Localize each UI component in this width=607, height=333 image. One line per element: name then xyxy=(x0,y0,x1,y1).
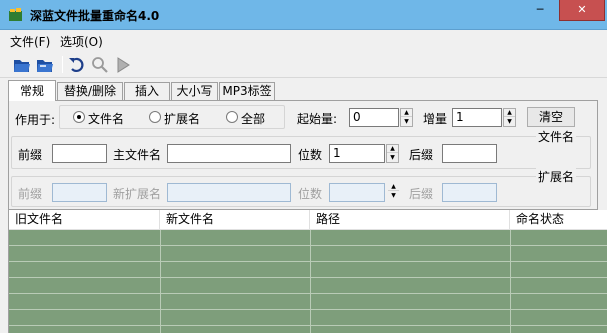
tab-mp3-tag[interactable]: MP3标签 xyxy=(219,82,275,100)
filename-group-title: 文件名 xyxy=(536,128,577,145)
new-extension-input[interactable] xyxy=(167,183,291,202)
radio-extension-label[interactable]: 扩展名 xyxy=(164,110,200,127)
app-icon xyxy=(9,8,22,21)
radio-extension[interactable] xyxy=(149,111,161,123)
ext-digits-label: 位数 xyxy=(298,187,323,201)
digits-input[interactable]: 1 xyxy=(329,144,385,163)
column-divider xyxy=(310,230,311,333)
column-path[interactable]: 路径 xyxy=(310,210,510,230)
tab-replace-delete[interactable]: 替换/删除 xyxy=(57,82,123,100)
start-value-label: 起始量: xyxy=(297,112,338,126)
radio-filename[interactable] xyxy=(73,111,85,123)
tab-case[interactable]: 大小写 xyxy=(171,82,218,100)
ext-digits-input[interactable] xyxy=(329,183,385,202)
main-filename-label: 主文件名 xyxy=(113,148,162,162)
title-bar: 深蓝文件批量重命名4.0 ─ ✕ xyxy=(0,0,607,30)
radio-all[interactable] xyxy=(226,111,238,123)
minimize-button[interactable]: ─ xyxy=(527,0,553,21)
ext-digits-spinner[interactable]: ▲ ▼ xyxy=(388,183,401,202)
tab-general[interactable]: 常规 xyxy=(8,80,56,101)
increment-spinner[interactable]: ▲ ▼ xyxy=(503,108,516,127)
prefix-input[interactable] xyxy=(52,144,107,163)
column-rename-status[interactable]: 命名状态 xyxy=(510,210,607,230)
row-divider xyxy=(9,325,607,326)
undo-icon[interactable] xyxy=(67,55,87,75)
ext-suffix-input[interactable] xyxy=(442,183,497,202)
suffix-input[interactable] xyxy=(442,144,497,163)
increment-label: 增量 xyxy=(423,112,448,126)
tab-insert[interactable]: 插入 xyxy=(124,82,170,100)
digits-spinner[interactable]: ▲ ▼ xyxy=(386,144,399,163)
menu-options[interactable]: 选项(O) xyxy=(60,33,103,50)
suffix-label: 后缀 xyxy=(409,148,434,162)
row-divider xyxy=(9,309,607,310)
column-old-filename[interactable]: 旧文件名 xyxy=(9,210,160,230)
extension-group-title: 扩展名 xyxy=(536,168,577,185)
start-value-input[interactable]: 0 xyxy=(349,108,399,127)
row-divider xyxy=(9,245,607,246)
menu-file[interactable]: 文件(F) xyxy=(10,33,50,50)
column-divider xyxy=(160,230,161,333)
radio-filename-label[interactable]: 文件名 xyxy=(88,110,124,127)
file-list-body[interactable] xyxy=(9,230,607,333)
run-icon[interactable] xyxy=(113,55,133,75)
row-divider xyxy=(9,261,607,262)
file-list[interactable]: 旧文件名 新文件名 路径 命名状态 xyxy=(8,210,607,333)
menu-bar: 文件(F) 选项(O) xyxy=(0,30,607,50)
close-button[interactable]: ✕ xyxy=(559,0,605,21)
clear-button[interactable]: 清空 xyxy=(527,107,575,127)
file-list-header: 旧文件名 新文件名 路径 命名状态 xyxy=(9,210,607,230)
column-divider xyxy=(510,230,511,333)
toolbar xyxy=(0,51,607,78)
column-new-filename[interactable]: 新文件名 xyxy=(160,210,310,230)
digits-label: 位数 xyxy=(298,148,323,162)
row-divider xyxy=(9,293,607,294)
ext-suffix-label: 后缀 xyxy=(409,187,434,201)
folder-add-icon[interactable] xyxy=(35,55,55,75)
main-filename-input[interactable] xyxy=(167,144,291,163)
start-value-spinner[interactable]: ▲ ▼ xyxy=(400,108,413,127)
apply-to-label: 作用于: xyxy=(15,113,56,127)
new-extension-label: 新扩展名 xyxy=(113,187,162,201)
radio-all-label[interactable]: 全部 xyxy=(241,110,265,127)
row-divider xyxy=(9,277,607,278)
ext-prefix-input[interactable] xyxy=(52,183,107,202)
search-icon[interactable] xyxy=(90,55,110,75)
window-title: 深蓝文件批量重命名4.0 xyxy=(30,9,160,23)
folder-open-icon[interactable] xyxy=(12,55,32,75)
increment-input[interactable]: 1 xyxy=(452,108,502,127)
ext-prefix-label: 前缀 xyxy=(18,187,43,201)
prefix-label: 前缀 xyxy=(18,148,43,162)
toolbar-separator xyxy=(62,56,63,73)
